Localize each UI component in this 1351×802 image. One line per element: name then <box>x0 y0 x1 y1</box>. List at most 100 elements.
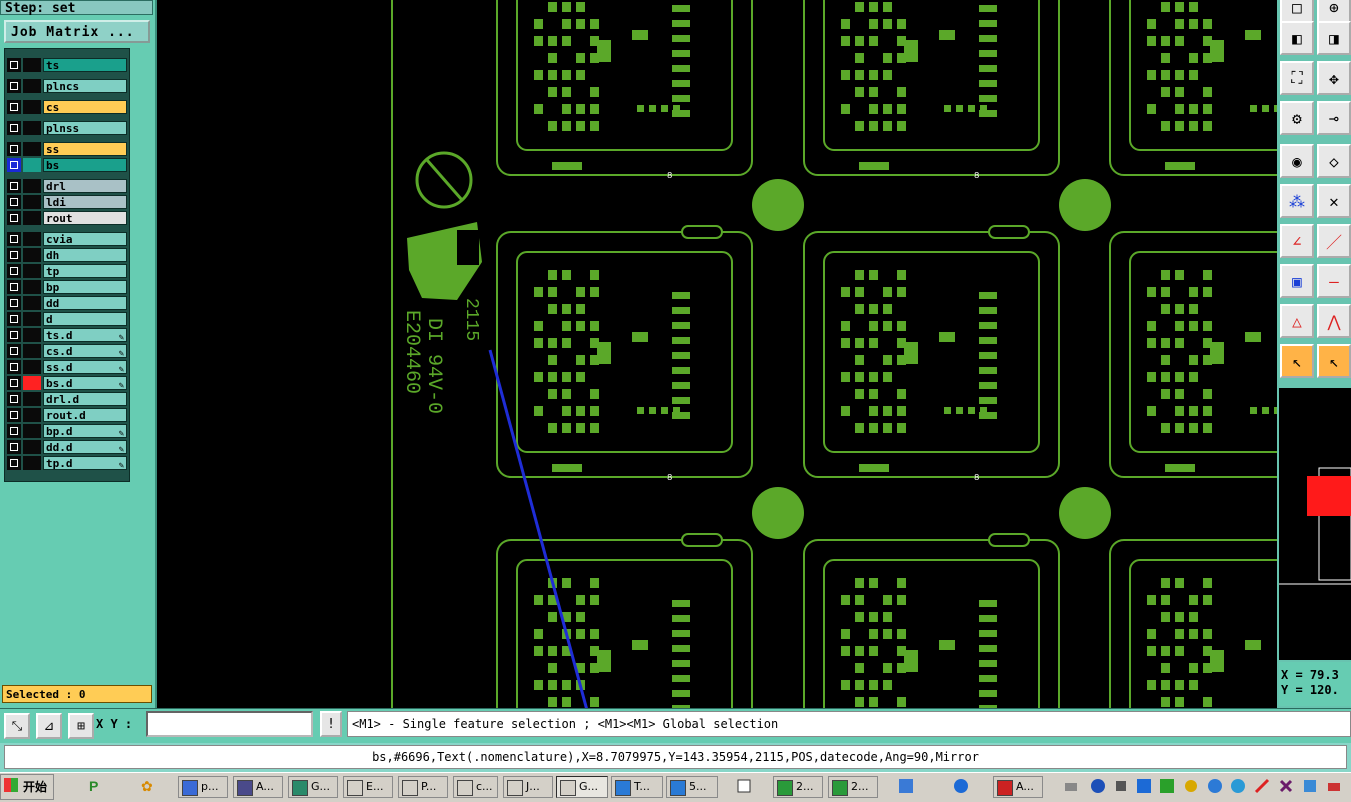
layer-checkbox[interactable] <box>7 79 21 93</box>
layer-row-bs[interactable]: bs <box>7 158 127 172</box>
tray-volume-icon[interactable] <box>1326 778 1342 794</box>
layer-row-ts[interactable]: ts <box>7 58 127 72</box>
layer-name[interactable]: d <box>43 312 127 326</box>
layer-name[interactable]: ts.d ✎ <box>43 328 127 343</box>
taskbar-item[interactable]: 2... <box>773 776 823 798</box>
triangle-icon[interactable]: △ <box>1280 304 1314 338</box>
layer-color-swatch[interactable] <box>23 392 41 406</box>
layer-row-drl-d[interactable]: drl.d <box>7 392 127 406</box>
mountain-icon[interactable]: ⋀ <box>1317 304 1351 338</box>
layer-color-swatch[interactable] <box>23 376 41 390</box>
probe-icon[interactable]: ⊸ <box>1317 101 1351 135</box>
layer-color-swatch[interactable] <box>23 195 41 209</box>
select-arrow-icon[interactable]: ↖ <box>1280 344 1314 378</box>
net-icon[interactable]: ⁂ <box>1280 184 1314 218</box>
layer-name[interactable]: drl <box>43 179 127 193</box>
taskbar-item[interactable]: G... <box>556 776 608 798</box>
layer-name[interactable]: dd.d ✎ <box>43 440 127 455</box>
move-left-icon[interactable]: ◧ <box>1280 21 1314 55</box>
layer-name[interactable]: tp.d ✎ <box>43 456 127 471</box>
layer-row-ss-d[interactable]: ss.d ✎ <box>7 360 127 375</box>
k-app-icon[interactable] <box>953 778 969 794</box>
layer-row-cvia[interactable]: cvia <box>7 232 127 246</box>
layer-checkbox[interactable] <box>7 424 21 438</box>
layer-name[interactable]: bp.d ✎ <box>43 424 127 439</box>
layer-color-swatch[interactable] <box>23 248 41 262</box>
layer-row-ts-d[interactable]: ts.d ✎ <box>7 328 127 343</box>
taskbar-item[interactable]: P... <box>398 776 448 798</box>
move-right-icon[interactable]: ◨ <box>1317 21 1351 55</box>
layer-name[interactable]: cvia <box>43 232 127 246</box>
layer-row-rout[interactable]: rout <box>7 211 127 225</box>
layer-color-swatch[interactable] <box>23 312 41 326</box>
layer-name[interactable]: rout.d <box>43 408 127 422</box>
layer-row-dh[interactable]: dh <box>7 248 127 262</box>
layer-color-swatch[interactable] <box>23 232 41 246</box>
layer-checkbox[interactable] <box>7 280 21 294</box>
layer-row-ldi[interactable]: ldi <box>7 195 127 209</box>
layer-color-swatch[interactable] <box>23 440 41 454</box>
layer-color-swatch[interactable] <box>23 142 41 156</box>
measure-icon[interactable]: ⊿ <box>36 713 62 739</box>
layer-checkbox[interactable] <box>7 248 21 262</box>
layer-color-swatch[interactable] <box>23 121 41 135</box>
taskbar-item[interactable]: 2... <box>828 776 878 798</box>
add-pad-icon[interactable]: ◉ <box>1280 144 1314 178</box>
layer-checkbox[interactable] <box>7 360 21 374</box>
layer-color-swatch[interactable] <box>23 100 41 114</box>
zoom-window-icon[interactable]: ⤡ <box>4 713 30 739</box>
angle-line-icon[interactable]: ∠ <box>1280 224 1314 258</box>
execute-button[interactable]: ! <box>320 711 342 737</box>
layer-color-swatch[interactable] <box>23 211 41 225</box>
layer-color-swatch[interactable] <box>23 179 41 193</box>
layer-name[interactable]: plncs <box>43 79 127 93</box>
layer-name[interactable]: dh <box>43 248 127 262</box>
layer-checkbox[interactable] <box>7 376 21 390</box>
layer-color-swatch[interactable] <box>23 344 41 358</box>
layer-name[interactable]: bp <box>43 280 127 294</box>
tray-n-icon[interactable] <box>1159 778 1175 794</box>
layer-row-bs-d[interactable]: bs.d ✎ <box>7 376 127 391</box>
layer-color-swatch[interactable] <box>23 79 41 93</box>
layer-color-swatch[interactable] <box>23 328 41 342</box>
taskbar-item[interactable]: T... <box>611 776 663 798</box>
layer-checkbox[interactable] <box>7 121 21 135</box>
mini-map[interactable] <box>1279 388 1351 660</box>
taskbar-item[interactable]: A... <box>993 776 1043 798</box>
xy-input[interactable] <box>146 711 313 737</box>
app-icon[interactable] <box>898 778 914 794</box>
taskbar-item[interactable]: E... <box>343 776 393 798</box>
taskbar-item[interactable]: p... <box>178 776 228 798</box>
layer-name[interactable]: bs <box>43 158 127 172</box>
layer-checkbox[interactable] <box>7 232 21 246</box>
layer-name[interactable]: ts <box>43 58 127 72</box>
layer-checkbox[interactable] <box>7 328 21 342</box>
layer-name[interactable]: cs.d ✎ <box>43 344 127 359</box>
layer-row-drl[interactable]: drl <box>7 179 127 193</box>
layer-row-cs-d[interactable]: cs.d ✎ <box>7 344 127 359</box>
job-matrix-button[interactable]: Job Matrix ... <box>4 20 150 43</box>
layer-name[interactable]: plnss <box>43 121 127 135</box>
layer-checkbox[interactable] <box>7 142 21 156</box>
layer-name[interactable]: ss <box>43 142 127 156</box>
layer-row-rout-d[interactable]: rout.d <box>7 408 127 422</box>
quicklaunch-p-icon[interactable]: P <box>86 778 102 794</box>
layer-checkbox[interactable] <box>7 100 21 114</box>
layer-color-swatch[interactable] <box>23 408 41 422</box>
layer-checkbox[interactable] <box>7 440 21 454</box>
layer-row-cs[interactable]: cs <box>7 100 127 114</box>
add-shape-icon[interactable]: ◇ <box>1317 144 1351 178</box>
layer-name[interactable]: ss.d ✎ <box>43 360 127 375</box>
layer-checkbox[interactable] <box>7 456 21 470</box>
taskbar-item[interactable]: G... <box>288 776 338 798</box>
zoom-fit-icon[interactable]: ⛶ <box>1280 61 1314 95</box>
delete-node-icon[interactable]: ✕ <box>1317 184 1351 218</box>
notepad-icon[interactable] <box>736 778 752 794</box>
layer-name[interactable]: ldi <box>43 195 127 209</box>
grid-icon[interactable]: ⊞ <box>68 713 94 739</box>
layer-row-plnss[interactable]: plnss <box>7 121 127 135</box>
layer-checkbox[interactable] <box>7 195 21 209</box>
layer-row-tp[interactable]: tp <box>7 264 127 278</box>
layer-row-ss[interactable]: ss <box>7 142 127 156</box>
layer-name[interactable]: bs.d ✎ <box>43 376 127 391</box>
